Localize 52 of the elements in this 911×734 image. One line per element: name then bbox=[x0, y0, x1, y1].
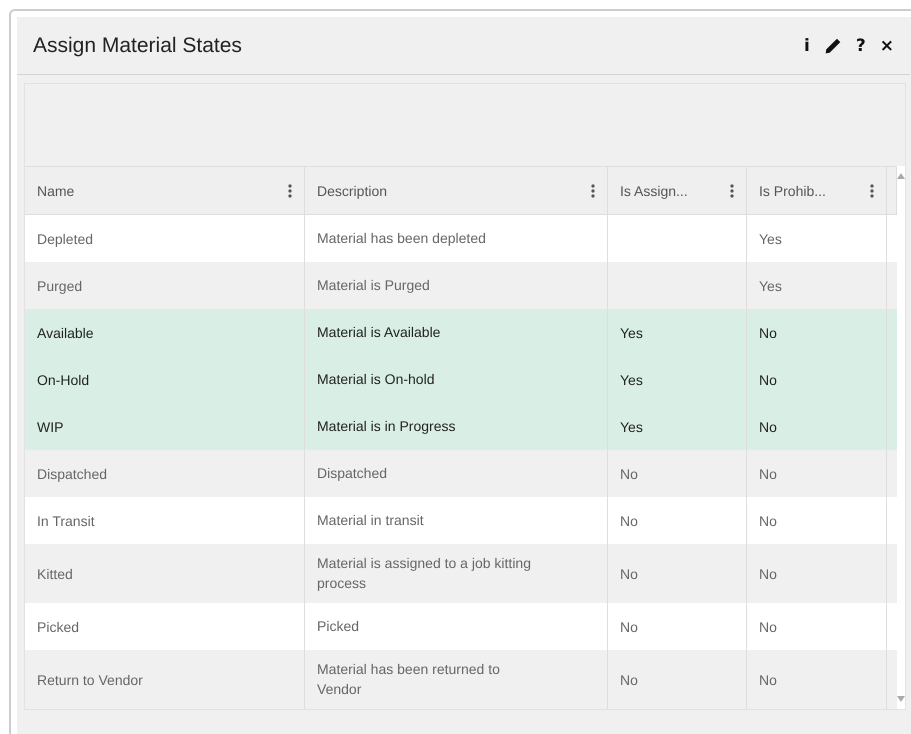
table-cell-text: Material has been returned to Vendor bbox=[317, 660, 501, 699]
toolbar-icon-button[interactable]: × bbox=[880, 36, 894, 56]
column-header[interactable]: Name bbox=[25, 167, 305, 214]
table-cell: In Transit bbox=[37, 512, 95, 528]
table-cell: No bbox=[620, 618, 638, 635]
table-cell: Kitted bbox=[37, 566, 73, 582]
table-cell: Yes bbox=[620, 324, 643, 340]
table-cell: No bbox=[759, 418, 777, 434]
table-row[interactable]: Picked Picked No No bbox=[25, 603, 897, 650]
table-cell: No bbox=[759, 566, 777, 582]
table-row[interactable]: In Transit Material in transit No No bbox=[25, 497, 897, 544]
table-cell: No bbox=[759, 372, 777, 388]
column-header[interactable]: Is Prohib... bbox=[747, 167, 887, 214]
table-cell: No bbox=[620, 466, 638, 482]
table-cell-text: Material is in Progress bbox=[317, 416, 456, 436]
column-header[interactable]: Description bbox=[305, 167, 608, 214]
table-cell: Dispatched bbox=[37, 466, 108, 482]
dialog-title: Assign Material States bbox=[33, 34, 242, 58]
table-cell: No bbox=[759, 324, 777, 340]
table-cell: Depleted bbox=[37, 230, 94, 246]
table-cell-text: Material is assigned to a job kitting process bbox=[317, 554, 532, 593]
table-row[interactable]: On-Hold Material is On-hold Yes No bbox=[25, 356, 897, 403]
table-cell-text: Material in transit bbox=[317, 510, 424, 530]
table-cell-text: Material is On-hold bbox=[317, 370, 434, 389]
table-row[interactable]: Available Material is Available Yes No bbox=[25, 309, 897, 356]
table-cell: Yes bbox=[620, 418, 643, 434]
table-cell: No bbox=[759, 512, 777, 528]
table-cell: Return to Vendor bbox=[37, 672, 143, 688]
toolbar-icon-button[interactable]: i bbox=[804, 36, 810, 56]
table-cell: No bbox=[759, 672, 777, 688]
table-cell: No bbox=[620, 566, 638, 582]
table-cell-text: Picked bbox=[317, 616, 360, 636]
table-cell: No bbox=[759, 466, 777, 482]
table-cell: Available bbox=[37, 324, 94, 340]
table-row[interactable]: WIP Material is in Progress Yes No bbox=[25, 403, 897, 450]
table-row[interactable]: Depleted Material has been depleted Yes bbox=[25, 215, 897, 262]
table-cell: Purged bbox=[37, 278, 82, 294]
table-cell: WIP bbox=[37, 418, 64, 434]
column-header[interactable]: Is Assign... bbox=[608, 167, 747, 214]
table-cell-text: Material is Purged bbox=[317, 276, 430, 295]
table-cell-text: Material is Available bbox=[317, 322, 440, 342]
table-cell-text: Dispatched bbox=[317, 464, 388, 483]
toolbar-icon-button[interactable]: ? bbox=[856, 36, 866, 56]
table-cell: Picked bbox=[37, 618, 80, 635]
table-cell: No bbox=[620, 672, 638, 688]
table-cell: No bbox=[759, 618, 777, 635]
table-cell: Yes bbox=[759, 230, 782, 246]
table-cell-text: Material has been depleted bbox=[317, 228, 486, 248]
table-cell: Yes bbox=[759, 278, 782, 294]
table-cell: On-Hold bbox=[37, 372, 90, 388]
table-cell: No bbox=[620, 512, 638, 528]
table-cell: Yes bbox=[620, 372, 643, 388]
